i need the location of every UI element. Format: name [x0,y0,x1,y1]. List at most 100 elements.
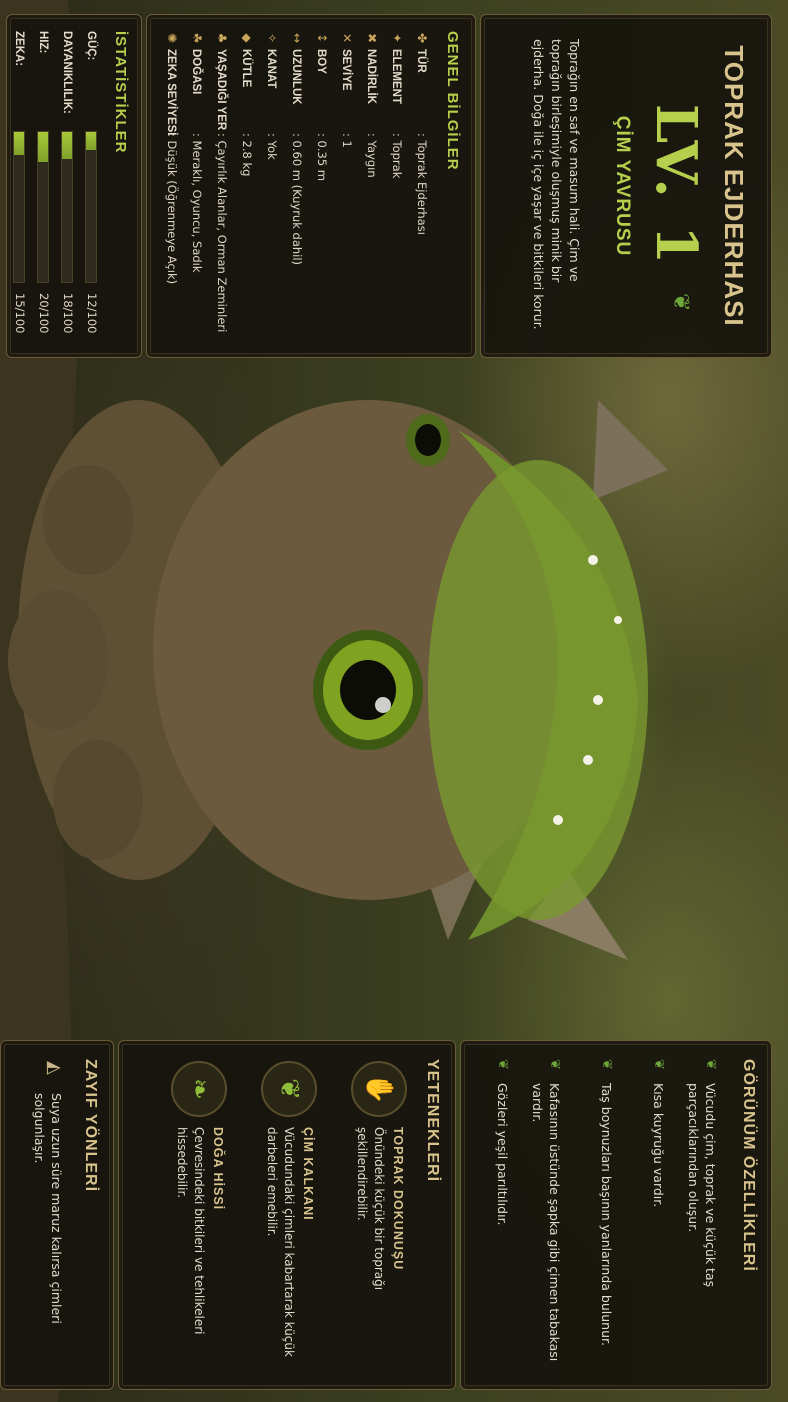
ability-name: TOPRAK DOKUNUŞU [391,1127,405,1271]
appearance-panel: GÖRÜNÜM ÖZELLİKLERİ ❦ Vücudu çim, toprak … [460,1040,772,1390]
stats-header: İSTATİSTİKLER [112,31,129,154]
abilities-panel: YETENEKLERİ ✋ TOPRAK DOKUNUŞU Önündeki küç… [118,1040,456,1390]
stat-value: 18/100 [61,293,75,334]
stat-label: DAYANIKLILIK: [61,31,73,114]
stat-value: 20/100 [37,293,51,334]
general-info-label: DOĞASI [190,49,202,95]
stat-bar-fill [62,132,72,159]
general-info-value: : Yaygın [365,133,379,178]
ability-name: ÇİM KALKANI [301,1127,315,1221]
wing-icon: ✧ [265,32,279,44]
stat-value: 15/100 [13,293,27,334]
general-info-value: : Yok [265,133,279,160]
ability-desc: Çevresindeki bitkileri ve tehlikeleri hi… [175,1127,206,1335]
appearance-text: Vücudu çim, toprak ve küçük taş parçacık… [686,1083,718,1288]
brain-icon: ✺ [165,32,179,44]
stats-panel: İSTATİSTİKLER GÜÇ: 12/100 DAYANIKLILIK: 18/… [6,14,142,358]
weakness-text: Suya uzun süre maruz kalırsa çimleri sol… [32,1093,64,1324]
appearance-item: ❦ Kafasının üstünde şapka gibi çimen taba… [529,1059,563,1379]
leaf-bullet-icon: ❦ [599,1059,614,1070]
card-stage: TOPRAK EJDERHASI LV. 1 ÇİM YAVRUSU ❦ Top… [0,0,788,1402]
general-info-label: KÜTLE [240,49,252,88]
ability-desc: Vücudundaki çimleri kabartarak küçük dar… [265,1127,296,1357]
general-info-value: : Düşük (Öğrenmeye Açık) [165,133,179,285]
appearance-item: ❦ Gözleri yeşil parıltılıdır. [494,1059,511,1379]
stat-bar [85,131,97,283]
general-info-row: ✺ ZEKA SEVİYESİ: Düşük (Öğrenmeye Açık) [165,31,179,341]
general-info-row: ✧ KANAT : Yok [265,31,279,341]
weakness-panel: ZAYIF YÖNLERİ ◭ Suya uzun süre maruz kalı… [0,1040,114,1390]
general-info-value: : 0.35 m [315,133,329,181]
title-panel: TOPRAK EJDERHASI LV. 1 ÇİM YAVRUSU ❦ Top… [480,14,772,358]
stat-bar [61,131,73,283]
leaf-bullet-icon: ❦ [703,1059,718,1070]
general-info-label: KANAT [265,49,277,89]
stat-label: ZEKA: [13,31,25,67]
appearance-header: GÖRÜNÜM ÖZELLİKLERİ [740,1059,757,1272]
general-info-value: : 1 [340,133,354,148]
ability-desc: Önündeki küçük bir toprağı şekillendireb… [355,1127,386,1291]
leaf-bullet-icon: ❦ [547,1059,562,1070]
stat-row: HIZ: 20/100 [37,31,51,341]
general-info-row: ↔ UZUNLUK : 0.60 m (Kuyruk dahil) [290,31,304,341]
stat-row: ZEKA: 15/100 [13,31,27,341]
general-info-value: : Toprak Ejderhası [415,133,429,235]
appearance-text: Kısa kuyruğu vardır. [651,1083,666,1208]
leaf-sense-icon: ❧ [171,1061,227,1117]
general-info-label: YAŞADIĞI YER [215,49,227,131]
general-info-row: ♣ YAŞADIĞI YER : Çayırlık Alanlar, Orman Z… [215,31,229,341]
grass-shield-icon: ❦ [261,1061,317,1117]
general-info-value: : Meraklı, Oyuncu, Sadık [190,133,204,273]
general-info-label: ZEKA SEVİYESİ [165,49,177,136]
leaf-bullet-icon: ❦ [495,1059,510,1070]
appearance-item: ❦ Taş boynuzları başının yanlarında bulun… [598,1059,615,1379]
general-info-value: : Çayırlık Alanlar, Orman Zeminleri [215,133,229,333]
general-info-label: UZUNLUK [290,49,302,105]
length-icon: ↔ [290,32,304,44]
general-info-row: ☘ DOĞASI : Meraklı, Oyuncu, Sadık [190,31,204,341]
stat-label: GÜÇ: [85,31,97,61]
element-icon: ✦ [390,32,404,44]
habitat-icon: ♣ [215,32,229,44]
stat-bar-fill [38,132,48,162]
general-info-row: ↕ BOY : 0.35 m [315,31,329,341]
card-subtitle: ÇİM YAVRUSU [612,115,633,257]
abilities-header: YETENEKLERİ [424,1059,441,1183]
general-info-value: : 0.60 m (Kuyruk dahil) [290,133,304,266]
stat-bar-fill [86,132,96,150]
general-info-value: : 2.8 kg [240,133,254,177]
weight-icon: ◆ [240,33,254,43]
water-drop-icon: ◭ [44,1061,65,1075]
height-icon: ↕ [315,32,329,44]
card-title: TOPRAK EJDERHASI [719,45,749,327]
stat-bar [13,131,25,283]
stat-value: 12/100 [85,293,99,334]
weakness-header: ZAYIF YÖNLERİ [82,1059,99,1193]
general-info-row: ✖ NADİRLİK : Yaygın [365,31,379,341]
general-info-row: ✦ ELEMENT : Toprak [390,31,404,341]
general-info-label: TÜR [415,49,427,73]
stat-row: DAYANIKLILIK: 18/100 [61,31,75,341]
nature-icon: ☘ [190,32,204,44]
general-info-label: NADİRLİK [365,49,377,104]
general-info-label: ELEMENT [390,49,402,104]
appearance-item: ❦ Kısa kuyruğu vardır. [650,1059,667,1379]
card-description: Toprağın en saf ve masum hali. Çim ve to… [531,39,582,330]
general-info-row: ◆ KÜTLE : 2.8 kg [240,31,254,341]
general-info-value: : Toprak [390,133,404,179]
appearance-item: ❦ Vücudu çim, toprak ve küçük taş parçacı… [685,1059,719,1379]
general-info-panel: GENEL BİLGİLER ✤ TÜR : Toprak Ejderhası ✦ EL… [146,14,476,358]
appearance-text: Taş boynuzları başının yanlarında bulunu… [599,1083,614,1346]
stat-bar [37,131,49,283]
leaf-bullet-icon: ❦ [651,1059,666,1070]
stat-bar-fill [14,132,24,155]
stat-row: GÜÇ: 12/100 [85,31,99,341]
ability-name: DOĞA HİSSİ [211,1127,225,1211]
earth-hand-icon: ✋ [351,1061,407,1117]
leaf-icon: ❦ [668,293,693,312]
general-info-header: GENEL BİLGİLER [444,31,461,171]
general-info-label: BOY [315,49,327,74]
rarity-icon: ✖ [365,32,379,44]
level-icon: ✕ [340,32,354,44]
claw-icon: ✤ [415,32,429,44]
